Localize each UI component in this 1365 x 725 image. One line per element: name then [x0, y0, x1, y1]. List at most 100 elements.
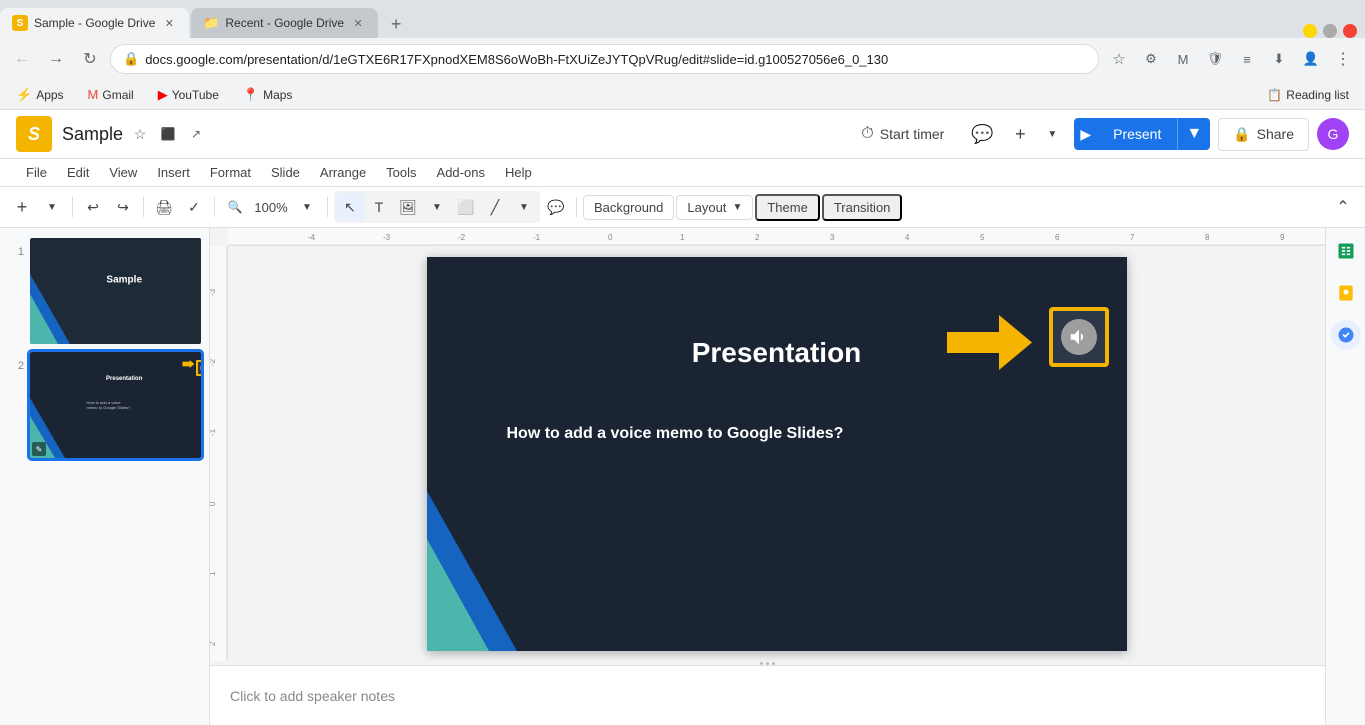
- menu-help[interactable]: Help: [495, 161, 542, 184]
- theme-button[interactable]: Theme: [755, 194, 819, 221]
- star-icon[interactable]: ☆: [129, 123, 151, 145]
- slide-scroll-area[interactable]: Presentation How to add a voice memo to …: [228, 246, 1325, 661]
- toolbar-collapse-button[interactable]: ⌃: [1329, 193, 1357, 221]
- share-button[interactable]: 🔒 Share: [1218, 118, 1309, 151]
- menu-slide[interactable]: Slide: [261, 161, 310, 184]
- slide-edit-icon[interactable]: ✎: [32, 442, 46, 456]
- header-actions: ⏱ Start timer 💬 + ▼ ▶ Present ▼ 🔒 Share: [847, 118, 1349, 151]
- minimize-button[interactable]: [1303, 24, 1317, 38]
- google-sheets-panel-icon[interactable]: [1331, 236, 1361, 266]
- main-area: 1 Sample 2: [0, 228, 1365, 725]
- address-bar[interactable]: 🔒 docs.google.com/presentation/d/1eGTXE6…: [110, 44, 1099, 74]
- tab-close-2[interactable]: ✕: [350, 15, 366, 31]
- close-window-button[interactable]: [1343, 24, 1357, 38]
- comment-tool[interactable]: 💬: [542, 193, 570, 221]
- extension-icon-4[interactable]: ≡: [1233, 45, 1261, 73]
- bookmark-youtube[interactable]: ▶ YouTube: [150, 84, 227, 106]
- add-slide-button[interactable]: +: [1006, 120, 1034, 148]
- menu-edit[interactable]: Edit: [57, 161, 99, 184]
- zoom-out-button[interactable]: 🔍: [221, 193, 249, 221]
- line-tool[interactable]: ╱: [481, 193, 509, 221]
- toolbar-strip: + ▼ ↩ ↪ 🖨 ✓ 🔍 100% ▼ ↖ T 🖼 ▼ ⬜ ╱ ▼ 💬: [0, 187, 1365, 228]
- menu-insert[interactable]: Insert: [147, 161, 200, 184]
- tab-close-1[interactable]: ✕: [161, 15, 177, 31]
- nav-bar: ← → ↻ 🔒 docs.google.com/presentation/d/1…: [0, 38, 1365, 80]
- bookmark-star-icon[interactable]: ☆: [1105, 45, 1133, 73]
- slide-subtitle[interactable]: How to add a voice memo to Google Slides…: [507, 425, 844, 442]
- speaker-notes-placeholder[interactable]: Click to add speaker notes: [230, 688, 395, 704]
- move-icon[interactable]: ⬛: [157, 123, 179, 145]
- spellcheck-button[interactable]: ✓: [180, 193, 208, 221]
- add-slide-dropdown[interactable]: ▼: [1038, 120, 1066, 148]
- background-button[interactable]: Background: [583, 195, 674, 220]
- youtube-icon: ▶: [158, 87, 168, 103]
- undo-button[interactable]: ↩: [79, 193, 107, 221]
- image-tool[interactable]: 🖼: [394, 193, 422, 221]
- shape-tool[interactable]: ⬜: [452, 193, 480, 221]
- bookmark-gmail[interactable]: M Gmail: [80, 84, 142, 105]
- slide-canvas: Presentation How to add a voice memo to …: [427, 257, 1127, 651]
- tab-title-2: Recent - Google Drive: [225, 16, 344, 30]
- separator-3: [214, 197, 215, 217]
- select-tool[interactable]: ↖: [336, 193, 364, 221]
- add-dropdown[interactable]: ▼: [38, 193, 66, 221]
- reading-list-button[interactable]: 📋 Reading list: [1259, 85, 1357, 105]
- comments-button[interactable]: 💬: [966, 118, 998, 150]
- present-label: Present: [1113, 126, 1161, 142]
- text-tool[interactable]: T: [365, 193, 393, 221]
- extension-icon-3[interactable]: 🛡: [1201, 45, 1229, 73]
- tab-recent[interactable]: 📁 Recent - Google Drive ✕: [191, 8, 378, 38]
- menu-format[interactable]: Format: [200, 161, 261, 184]
- separator-1: [72, 197, 73, 217]
- menu-addons[interactable]: Add-ons: [427, 161, 495, 184]
- bookmark-apps[interactable]: ⚡ Apps: [8, 84, 72, 106]
- extension-icon-5[interactable]: ⬇: [1265, 45, 1293, 73]
- menu-arrange[interactable]: Arrange: [310, 161, 376, 184]
- line-dropdown[interactable]: ▼: [510, 193, 538, 221]
- layout-button[interactable]: Layout ▼: [676, 195, 753, 220]
- add-button[interactable]: +: [8, 193, 36, 221]
- separator-4: [327, 197, 328, 217]
- zoom-level[interactable]: 100%: [253, 200, 289, 215]
- browser-menu-icon[interactable]: ⋮: [1329, 45, 1357, 73]
- tab-sample[interactable]: S Sample - Google Drive ✕: [0, 8, 189, 38]
- zoom-dropdown[interactable]: ▼: [293, 193, 321, 221]
- menu-view[interactable]: View: [99, 161, 147, 184]
- back-button[interactable]: ←: [8, 45, 36, 73]
- google-tasks-panel-icon[interactable]: [1331, 320, 1361, 350]
- google-keep-panel-icon[interactable]: [1331, 278, 1361, 308]
- transition-button[interactable]: Transition: [822, 194, 903, 221]
- extension-icon-2[interactable]: M: [1169, 45, 1197, 73]
- app-container: S Sample ☆ ⬛ ↗ ⏱ Start timer 💬 + ▼ ▶: [0, 110, 1365, 725]
- ruler-horizontal: -4 -3 -2 -1 0 1 2 3 4 5 6 7 8 9: [228, 228, 1325, 246]
- start-timer-button[interactable]: ⏱ Start timer: [847, 119, 958, 149]
- slide-2-thumbnail[interactable]: Presentation How to add a voicememo to G…: [30, 352, 201, 458]
- present-button[interactable]: Present: [1097, 119, 1177, 149]
- svg-text:-3: -3: [210, 288, 217, 296]
- apps-label: Apps: [36, 88, 63, 102]
- menu-file[interactable]: File: [16, 161, 57, 184]
- image-dropdown[interactable]: ▼: [423, 193, 451, 221]
- app-title[interactable]: Sample: [62, 124, 123, 145]
- maximize-button[interactable]: [1323, 24, 1337, 38]
- forward-button[interactable]: →: [42, 45, 70, 73]
- svg-text:0: 0: [210, 501, 217, 506]
- speaker-icon-box[interactable]: [1049, 307, 1109, 367]
- extension-icon-1[interactable]: ⚙: [1137, 45, 1165, 73]
- user-profile-icon[interactable]: 👤: [1297, 45, 1325, 73]
- ruler-ticks-h: -4 -3 -2 -1 0 1 2 3 4 5 6 7 8 9: [228, 228, 1325, 246]
- user-avatar[interactable]: G: [1317, 118, 1349, 150]
- print-button[interactable]: 🖨: [150, 193, 178, 221]
- slide-1-thumbnail[interactable]: Sample: [30, 238, 201, 344]
- slide-title[interactable]: Presentation: [692, 337, 862, 368]
- redo-button[interactable]: ↪: [109, 193, 137, 221]
- bookmark-maps[interactable]: 📍 Maps: [235, 84, 301, 106]
- open-new-icon[interactable]: ↗: [185, 123, 207, 145]
- new-tab-button[interactable]: +: [382, 10, 410, 38]
- svg-text:4: 4: [905, 233, 910, 242]
- notes-area[interactable]: Click to add speaker notes: [210, 665, 1325, 725]
- present-dropdown-button[interactable]: ▼: [1177, 118, 1210, 150]
- comments-icon: 💬: [971, 124, 993, 145]
- reload-button[interactable]: ↻: [76, 45, 104, 73]
- menu-tools[interactable]: Tools: [376, 161, 426, 184]
